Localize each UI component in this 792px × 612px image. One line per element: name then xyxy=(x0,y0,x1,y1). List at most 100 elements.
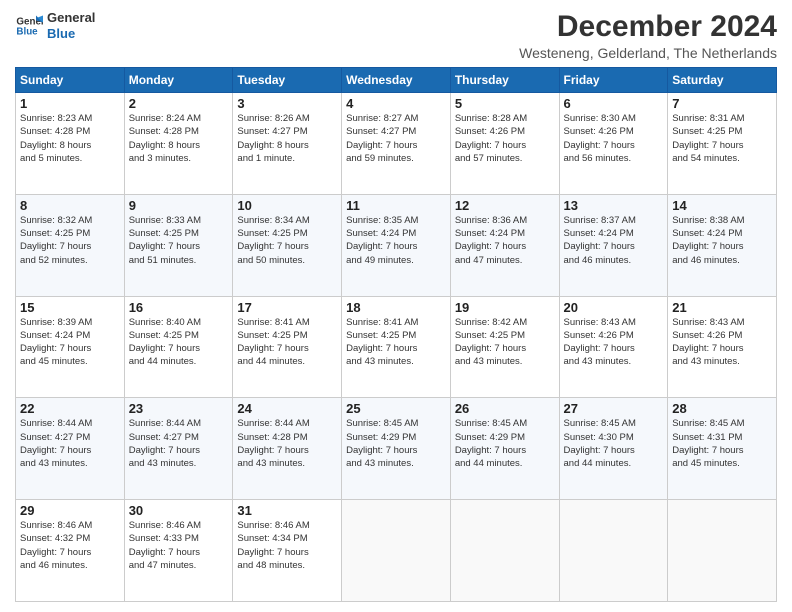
calendar-week-2: 8Sunrise: 8:32 AM Sunset: 4:25 PM Daylig… xyxy=(16,194,777,296)
day-number: 27 xyxy=(564,401,664,416)
day-number: 13 xyxy=(564,198,664,213)
calendar-body: 1Sunrise: 8:23 AM Sunset: 4:28 PM Daylig… xyxy=(16,93,777,602)
day-info: Sunrise: 8:31 AM Sunset: 4:25 PM Dayligh… xyxy=(672,112,772,165)
calendar-cell: 6Sunrise: 8:30 AM Sunset: 4:26 PM Daylig… xyxy=(559,93,668,195)
day-number: 14 xyxy=(672,198,772,213)
svg-text:Blue: Blue xyxy=(16,26,38,37)
calendar-cell: 25Sunrise: 8:45 AM Sunset: 4:29 PM Dayli… xyxy=(342,398,451,500)
day-number: 1 xyxy=(20,96,120,111)
logo-line2: Blue xyxy=(47,26,95,42)
logo-icon: General Blue xyxy=(15,12,43,40)
day-info: Sunrise: 8:35 AM Sunset: 4:24 PM Dayligh… xyxy=(346,214,446,267)
day-number: 31 xyxy=(237,503,337,518)
calendar-cell: 7Sunrise: 8:31 AM Sunset: 4:25 PM Daylig… xyxy=(668,93,777,195)
calendar-cell xyxy=(559,500,668,602)
calendar-cell xyxy=(450,500,559,602)
logo: General Blue General Blue xyxy=(15,10,95,41)
day-number: 25 xyxy=(346,401,446,416)
day-info: Sunrise: 8:45 AM Sunset: 4:30 PM Dayligh… xyxy=(564,417,664,470)
calendar-cell: 10Sunrise: 8:34 AM Sunset: 4:25 PM Dayli… xyxy=(233,194,342,296)
day-info: Sunrise: 8:28 AM Sunset: 4:26 PM Dayligh… xyxy=(455,112,555,165)
calendar-header-thursday: Thursday xyxy=(450,68,559,93)
calendar-cell: 22Sunrise: 8:44 AM Sunset: 4:27 PM Dayli… xyxy=(16,398,125,500)
calendar-cell: 8Sunrise: 8:32 AM Sunset: 4:25 PM Daylig… xyxy=(16,194,125,296)
calendar-cell xyxy=(668,500,777,602)
day-info: Sunrise: 8:30 AM Sunset: 4:26 PM Dayligh… xyxy=(564,112,664,165)
day-info: Sunrise: 8:42 AM Sunset: 4:25 PM Dayligh… xyxy=(455,316,555,369)
day-info: Sunrise: 8:38 AM Sunset: 4:24 PM Dayligh… xyxy=(672,214,772,267)
day-info: Sunrise: 8:27 AM Sunset: 4:27 PM Dayligh… xyxy=(346,112,446,165)
day-info: Sunrise: 8:41 AM Sunset: 4:25 PM Dayligh… xyxy=(237,316,337,369)
calendar-week-1: 1Sunrise: 8:23 AM Sunset: 4:28 PM Daylig… xyxy=(16,93,777,195)
day-number: 5 xyxy=(455,96,555,111)
day-number: 7 xyxy=(672,96,772,111)
calendar-cell: 13Sunrise: 8:37 AM Sunset: 4:24 PM Dayli… xyxy=(559,194,668,296)
calendar-header-row: SundayMondayTuesdayWednesdayThursdayFrid… xyxy=(16,68,777,93)
calendar-cell: 3Sunrise: 8:26 AM Sunset: 4:27 PM Daylig… xyxy=(233,93,342,195)
calendar-cell: 12Sunrise: 8:36 AM Sunset: 4:24 PM Dayli… xyxy=(450,194,559,296)
day-info: Sunrise: 8:43 AM Sunset: 4:26 PM Dayligh… xyxy=(672,316,772,369)
day-info: Sunrise: 8:45 AM Sunset: 4:31 PM Dayligh… xyxy=(672,417,772,470)
day-number: 4 xyxy=(346,96,446,111)
day-info: Sunrise: 8:39 AM Sunset: 4:24 PM Dayligh… xyxy=(20,316,120,369)
calendar-cell xyxy=(342,500,451,602)
day-info: Sunrise: 8:43 AM Sunset: 4:26 PM Dayligh… xyxy=(564,316,664,369)
calendar-cell: 23Sunrise: 8:44 AM Sunset: 4:27 PM Dayli… xyxy=(124,398,233,500)
day-number: 9 xyxy=(129,198,229,213)
calendar-table: SundayMondayTuesdayWednesdayThursdayFrid… xyxy=(15,67,777,602)
day-info: Sunrise: 8:46 AM Sunset: 4:34 PM Dayligh… xyxy=(237,519,337,572)
logo-text: General Blue xyxy=(47,10,95,41)
calendar-cell: 15Sunrise: 8:39 AM Sunset: 4:24 PM Dayli… xyxy=(16,296,125,398)
day-number: 17 xyxy=(237,300,337,315)
day-info: Sunrise: 8:44 AM Sunset: 4:28 PM Dayligh… xyxy=(237,417,337,470)
logo-line1: General xyxy=(47,10,95,26)
day-number: 26 xyxy=(455,401,555,416)
day-info: Sunrise: 8:33 AM Sunset: 4:25 PM Dayligh… xyxy=(129,214,229,267)
day-info: Sunrise: 8:24 AM Sunset: 4:28 PM Dayligh… xyxy=(129,112,229,165)
day-number: 12 xyxy=(455,198,555,213)
day-info: Sunrise: 8:46 AM Sunset: 4:32 PM Dayligh… xyxy=(20,519,120,572)
day-info: Sunrise: 8:44 AM Sunset: 4:27 PM Dayligh… xyxy=(20,417,120,470)
day-number: 6 xyxy=(564,96,664,111)
day-info: Sunrise: 8:45 AM Sunset: 4:29 PM Dayligh… xyxy=(455,417,555,470)
calendar-cell: 27Sunrise: 8:45 AM Sunset: 4:30 PM Dayli… xyxy=(559,398,668,500)
day-number: 2 xyxy=(129,96,229,111)
day-info: Sunrise: 8:34 AM Sunset: 4:25 PM Dayligh… xyxy=(237,214,337,267)
day-number: 29 xyxy=(20,503,120,518)
calendar-cell: 5Sunrise: 8:28 AM Sunset: 4:26 PM Daylig… xyxy=(450,93,559,195)
day-info: Sunrise: 8:26 AM Sunset: 4:27 PM Dayligh… xyxy=(237,112,337,165)
calendar-cell: 20Sunrise: 8:43 AM Sunset: 4:26 PM Dayli… xyxy=(559,296,668,398)
header: General Blue General Blue December 2024 … xyxy=(15,10,777,61)
calendar-cell: 26Sunrise: 8:45 AM Sunset: 4:29 PM Dayli… xyxy=(450,398,559,500)
calendar-cell: 31Sunrise: 8:46 AM Sunset: 4:34 PM Dayli… xyxy=(233,500,342,602)
calendar-cell: 2Sunrise: 8:24 AM Sunset: 4:28 PM Daylig… xyxy=(124,93,233,195)
main-title: December 2024 xyxy=(519,10,777,43)
calendar-header-saturday: Saturday xyxy=(668,68,777,93)
day-number: 23 xyxy=(129,401,229,416)
calendar-cell: 30Sunrise: 8:46 AM Sunset: 4:33 PM Dayli… xyxy=(124,500,233,602)
calendar-week-3: 15Sunrise: 8:39 AM Sunset: 4:24 PM Dayli… xyxy=(16,296,777,398)
day-number: 11 xyxy=(346,198,446,213)
calendar-header-tuesday: Tuesday xyxy=(233,68,342,93)
day-info: Sunrise: 8:40 AM Sunset: 4:25 PM Dayligh… xyxy=(129,316,229,369)
day-number: 28 xyxy=(672,401,772,416)
day-number: 18 xyxy=(346,300,446,315)
calendar-cell: 16Sunrise: 8:40 AM Sunset: 4:25 PM Dayli… xyxy=(124,296,233,398)
calendar-cell: 17Sunrise: 8:41 AM Sunset: 4:25 PM Dayli… xyxy=(233,296,342,398)
calendar-week-5: 29Sunrise: 8:46 AM Sunset: 4:32 PM Dayli… xyxy=(16,500,777,602)
day-number: 15 xyxy=(20,300,120,315)
day-number: 20 xyxy=(564,300,664,315)
calendar-cell: 4Sunrise: 8:27 AM Sunset: 4:27 PM Daylig… xyxy=(342,93,451,195)
day-number: 10 xyxy=(237,198,337,213)
day-info: Sunrise: 8:32 AM Sunset: 4:25 PM Dayligh… xyxy=(20,214,120,267)
calendar-cell: 29Sunrise: 8:46 AM Sunset: 4:32 PM Dayli… xyxy=(16,500,125,602)
calendar-header-monday: Monday xyxy=(124,68,233,93)
calendar-cell: 19Sunrise: 8:42 AM Sunset: 4:25 PM Dayli… xyxy=(450,296,559,398)
day-info: Sunrise: 8:44 AM Sunset: 4:27 PM Dayligh… xyxy=(129,417,229,470)
day-number: 16 xyxy=(129,300,229,315)
day-info: Sunrise: 8:41 AM Sunset: 4:25 PM Dayligh… xyxy=(346,316,446,369)
subtitle: Westeneng, Gelderland, The Netherlands xyxy=(519,45,777,61)
day-info: Sunrise: 8:36 AM Sunset: 4:24 PM Dayligh… xyxy=(455,214,555,267)
calendar-header-sunday: Sunday xyxy=(16,68,125,93)
calendar-cell: 11Sunrise: 8:35 AM Sunset: 4:24 PM Dayli… xyxy=(342,194,451,296)
